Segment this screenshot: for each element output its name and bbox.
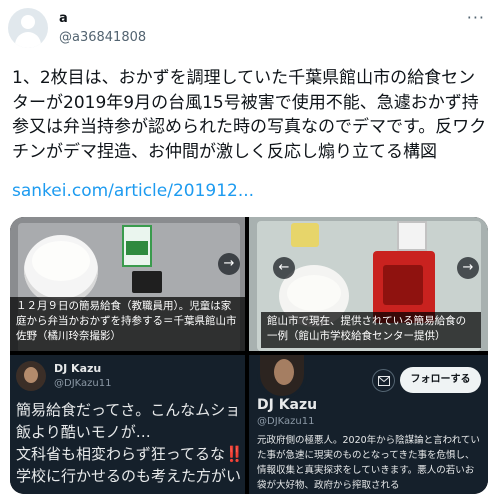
avatar-face-image	[274, 359, 294, 385]
seaweed-pack-image	[132, 271, 162, 293]
embed-avatar	[16, 361, 46, 391]
avatar-face-image	[24, 367, 38, 383]
profile-bio: 元政府側の極悪人。2020年から陰謀論と言われていた事が急速に現実のものとなって…	[257, 435, 480, 491]
message-button	[372, 369, 395, 392]
profile-name: DJ Kazu	[257, 397, 318, 413]
embed-user-handle: @DJKazu11	[54, 378, 112, 389]
embed-tweet-text: 簡易給食だってさ。こんなムショ飯より酷いモノが… 文科省も相変わらず狂ってるな‼…	[16, 401, 244, 485]
profile-avatar	[257, 355, 307, 399]
more-options-icon[interactable]: ···	[467, 8, 485, 27]
next-arrow-icon[interactable]: →	[457, 257, 479, 279]
rice-image	[287, 275, 341, 311]
embed-user-name: DJ Kazu	[54, 362, 102, 375]
milk-box-image	[397, 221, 427, 251]
follow-button: フォローする	[400, 367, 481, 393]
embedded-tweet-screenshot[interactable]: DJ Kazu @DJKazu11 簡易給食だってさ。こんなムショ飯より酷いモノ…	[10, 355, 245, 494]
avatar-default-head	[21, 15, 35, 29]
photo-2-caption: 館山市で現在、提供されている簡易給食の一例（館山市学校給食センター提供）	[261, 312, 481, 348]
profile-handle: @DJKazu11	[257, 416, 315, 427]
embedded-profile-screenshot[interactable]: フォローする DJ Kazu @DJKazu11 元政府側の極悪人。2020年か…	[249, 355, 488, 494]
fruit-cup-image	[291, 223, 319, 247]
photo-1-caption: １２月９日の簡易給食（教職員用）。児童は家庭から弁当かおかずを持参する＝千葉県館…	[10, 297, 245, 351]
media-grid: → １２月９日の簡易給食（教職員用）。児童は家庭から弁当かおかずを持参する＝千葉…	[10, 217, 488, 494]
avatar-default-body	[15, 32, 41, 48]
next-arrow-icon[interactable]: →	[218, 253, 240, 275]
avatar[interactable]	[8, 8, 48, 48]
photo-2[interactable]: ← → 館山市で現在、提供されている簡易給食の一例（館山市学校給食センター提供）	[249, 217, 488, 351]
rice-image	[32, 241, 90, 281]
mail-icon	[378, 376, 390, 386]
snack-bag-label-image	[383, 265, 423, 305]
user-name[interactable]: a	[59, 11, 68, 26]
photo-1[interactable]: → １２月９日の簡易給食（教職員用）。児童は家庭から弁当かおかずを持参する＝千葉…	[10, 217, 245, 351]
user-handle[interactable]: @a36841808	[59, 30, 146, 45]
tweet-text: 1、2枚目は、おかずを調理していた千葉県館山市の給食センターが2019年9月の台…	[12, 68, 487, 162]
tweet-header: a @a36841808 ···	[0, 0, 495, 62]
milk-carton-label-image	[126, 241, 148, 255]
previous-arrow-icon[interactable]: ←	[273, 257, 295, 279]
tweet-link[interactable]: sankei.com/article/201912...	[12, 181, 254, 201]
